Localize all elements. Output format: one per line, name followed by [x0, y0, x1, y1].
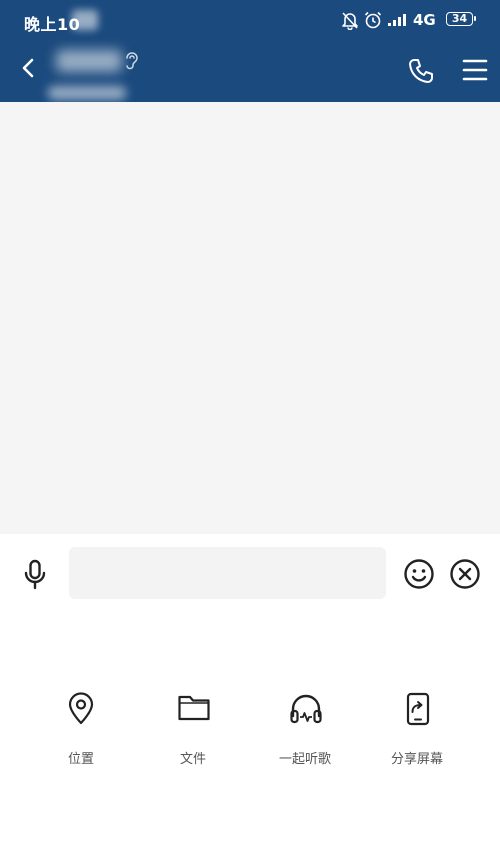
folder-icon [178, 695, 210, 721]
blurred-time [72, 10, 98, 30]
tool-file[interactable]: 文件 [148, 692, 238, 772]
chat-area[interactable] [0, 102, 500, 534]
tool-label: 文件 [179, 752, 206, 767]
close-icon[interactable] [449, 558, 481, 590]
contact-status-blurred [48, 86, 126, 100]
phone-icon[interactable] [406, 56, 436, 86]
tool-location[interactable]: 位置 [36, 692, 126, 772]
message-input[interactable] [69, 547, 386, 599]
microphone-icon[interactable] [22, 559, 48, 591]
status-bar: 晚上10 4G 34 [0, 0, 500, 40]
share-screen-icon [406, 692, 430, 726]
battery-indicator: 34 [446, 12, 476, 26]
tools-panel: 位置 文件 一起听歌 分享屏幕 [0, 614, 500, 845]
network-type: 4G [413, 11, 436, 29]
signal-icon [388, 14, 406, 26]
input-bar [0, 534, 500, 614]
nav-bar [0, 40, 500, 102]
tool-listen-together[interactable]: 一起听歌 [260, 692, 350, 772]
menu-icon[interactable] [462, 58, 488, 82]
location-pin-icon [68, 692, 94, 725]
alarm-icon [364, 11, 382, 29]
earpiece-icon [126, 52, 138, 70]
back-icon[interactable] [16, 56, 40, 80]
contact-name-blurred[interactable] [56, 50, 122, 72]
tool-label: 一起听歌 [278, 752, 331, 767]
tool-label: 分享屏幕 [390, 752, 443, 767]
headphones-icon [290, 694, 322, 724]
bell-muted-icon [342, 12, 358, 30]
tool-share-screen[interactable]: 分享屏幕 [372, 692, 462, 772]
emoji-icon[interactable] [403, 558, 435, 590]
tool-label: 位置 [67, 752, 94, 767]
header: 晚上10 4G 34 [0, 0, 500, 102]
